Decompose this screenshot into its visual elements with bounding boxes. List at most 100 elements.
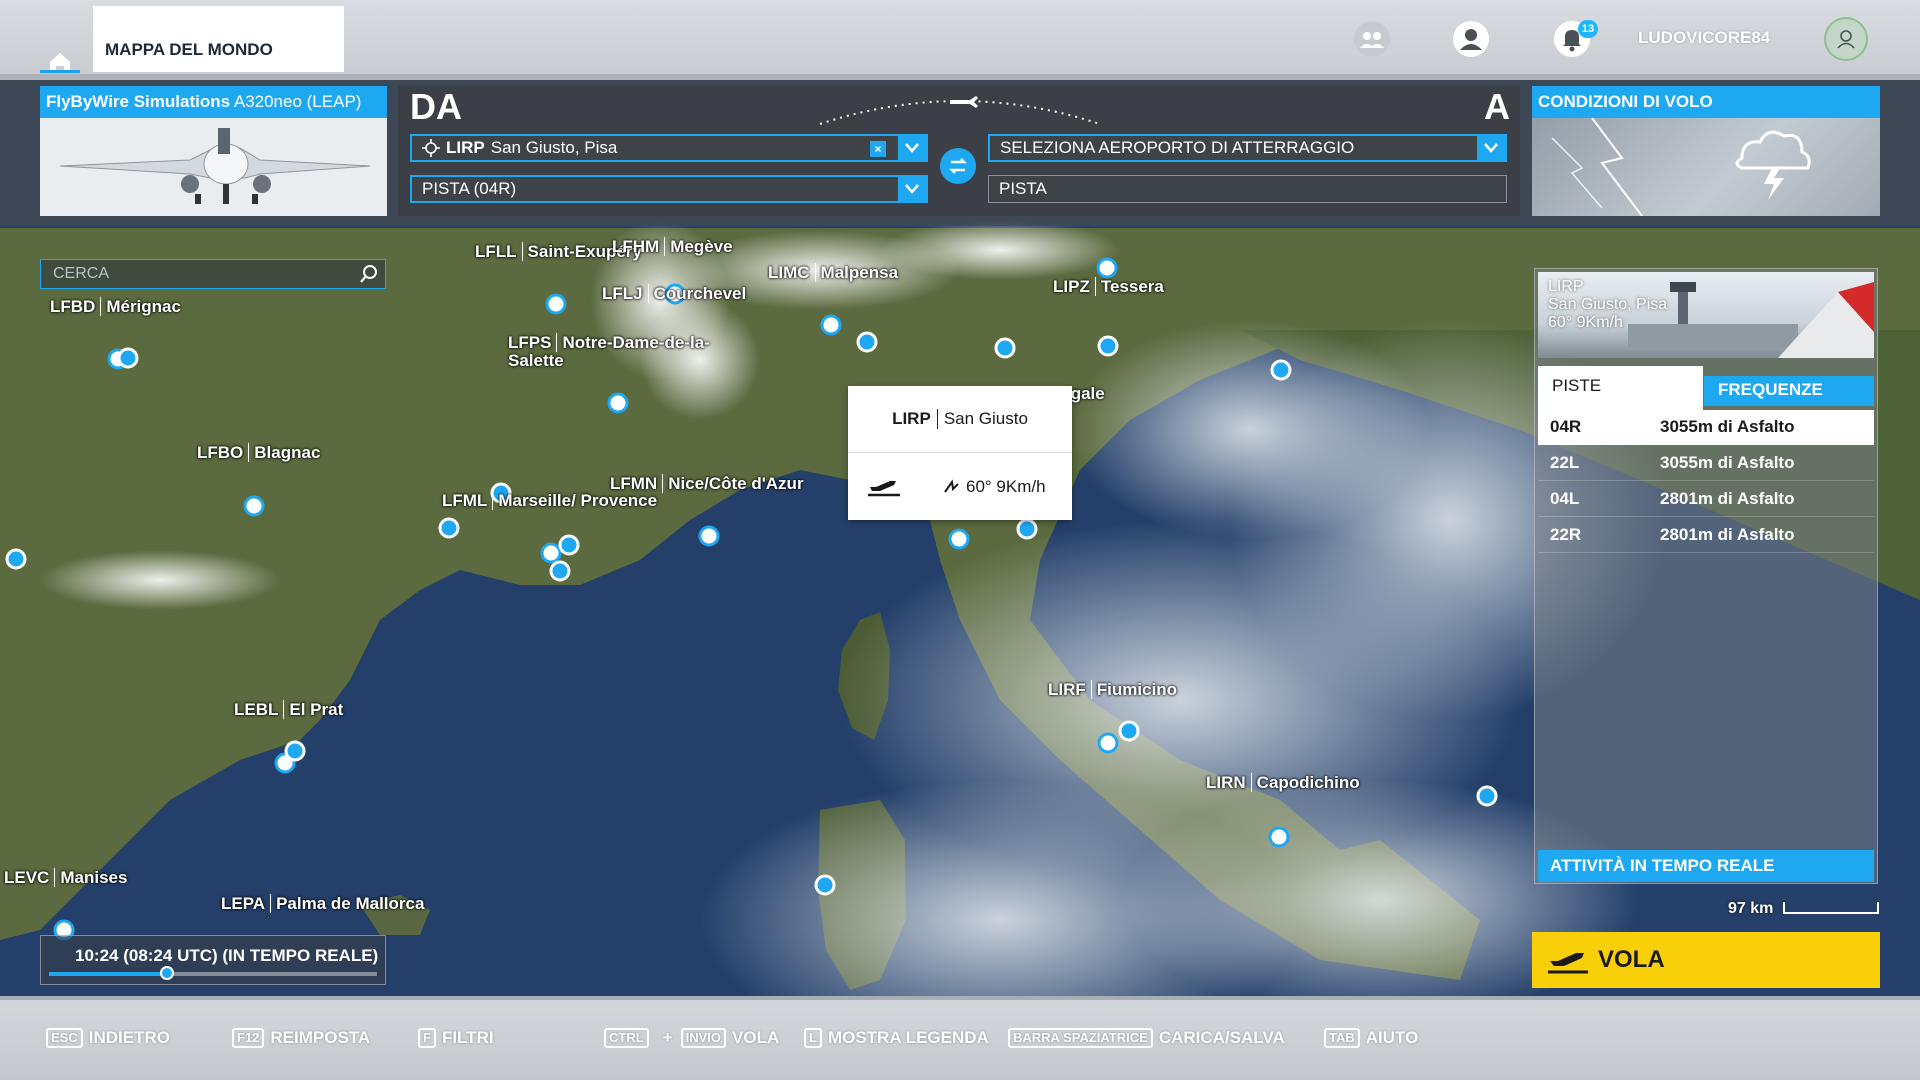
home-active-indicator	[40, 70, 80, 73]
live-activity-button[interactable]: ATTIVITÀ IN TEMPO REALE	[1538, 850, 1874, 882]
airport-name: Fiumicino	[1096, 680, 1178, 699]
map-label-airport[interactable]: LFHM Megève	[612, 237, 733, 256]
arrival-airport-select[interactable]: SELEZIONA AEROPORTO DI ATTERRAGGIO	[988, 134, 1507, 162]
swap-airports-button[interactable]	[940, 148, 976, 184]
time-of-day-control[interactable]: 10:24 (08:24 UTC) (IN TEMPO REALE)	[40, 935, 386, 985]
airport-name: Marseille/ Provence	[498, 491, 658, 510]
runway-id: 22R	[1550, 525, 1582, 544]
map-label-airport[interactable]: LEPA Palma de Mallorca	[221, 894, 424, 913]
tab-world-map[interactable]: MAPPA DEL MONDO	[93, 6, 344, 72]
chevron-down-icon	[1484, 143, 1498, 153]
takeoff-icon[interactable]	[866, 475, 902, 499]
runway-row[interactable]: 22L 3055m di Asfalto	[1538, 446, 1874, 481]
key-cap: INVIO	[680, 1028, 727, 1048]
clear-departure-button[interactable]: ×	[870, 141, 886, 157]
friends-button[interactable]	[1352, 19, 1392, 59]
hint-reset[interactable]: F12 REIMPOSTA	[232, 1028, 370, 1048]
arrival-dropdown-button[interactable]	[1477, 136, 1505, 160]
airport-code: LIMC	[768, 263, 816, 282]
fly-button[interactable]: VOLA	[1532, 932, 1880, 988]
airport-code: LFBO	[197, 443, 250, 462]
flight-conditions-card[interactable]: CONDIZIONI DI VOLO	[1532, 86, 1880, 216]
time-slider-fill	[49, 972, 168, 976]
arrival-runway-value: PISTA	[999, 179, 1047, 198]
aircraft-title: FlyByWire Simulations A320neo (LEAP)	[40, 86, 387, 118]
key-cap: F	[418, 1028, 436, 1048]
airport-code: LEBL	[234, 700, 285, 719]
map-label-airport[interactable]: LFLJ Courchevel	[602, 284, 747, 303]
map-label-airport[interactable]: LFPS Notre-Dame-de-la-Salette	[508, 333, 728, 370]
to-label: A	[1484, 86, 1510, 127]
runway-info: 3055m di Asfalto	[1660, 417, 1795, 436]
hint-back[interactable]: ESC INDIETRO	[46, 1028, 170, 1048]
airport-name: Courchevel	[653, 284, 747, 303]
popup-airport-name: San Giusto	[943, 409, 1028, 428]
runway-id: 22L	[1550, 453, 1580, 472]
key-cap: CTRL	[604, 1028, 649, 1048]
home-icon	[50, 53, 70, 72]
hint-filters[interactable]: F FILTRI	[418, 1028, 494, 1048]
departure-dropdown-button[interactable]	[898, 136, 926, 160]
crosshair-icon	[422, 139, 440, 157]
aircraft-selection-card[interactable]: FlyByWire Simulations A320neo (LEAP)	[40, 86, 387, 216]
airport-name: Manises	[60, 868, 128, 887]
runway-info: 3055m di Asfalto	[1660, 453, 1795, 472]
time-slider-handle[interactable]	[160, 966, 175, 980]
hint-legend[interactable]: L MOSTRA LEGENDA	[804, 1028, 989, 1048]
runway-row[interactable]: 04R 3055m di Asfalto	[1538, 410, 1874, 445]
airport-name: Capodichino	[1256, 773, 1360, 792]
hint-label: FILTRI	[441, 1028, 494, 1047]
avatar[interactable]	[1824, 17, 1868, 61]
hint-label: CARICA/SALVA	[1158, 1028, 1285, 1047]
runway-info: 2801m di Asfalto	[1660, 489, 1795, 508]
user-icon	[1837, 30, 1855, 49]
key-cap: F12	[232, 1028, 265, 1048]
map-label-airport[interactable]: LIRF Fiumicino	[1048, 680, 1178, 699]
tab-runways[interactable]: PISTE	[1538, 366, 1703, 410]
key-plus: +	[662, 1028, 673, 1047]
map-label-airport[interactable]: LEBL El Prat	[234, 700, 343, 719]
arrival-runway-select[interactable]: PISTA	[988, 175, 1507, 203]
search-placeholder: CERCA	[53, 265, 110, 282]
time-slider-track[interactable]	[49, 966, 377, 980]
airport-code: LFBD	[50, 297, 102, 316]
departure-runway-dropdown-button[interactable]	[898, 177, 926, 201]
map-label-airport[interactable]: LIPZ Tessera	[1053, 277, 1164, 296]
aircraft-brand: FlyByWire Simulations	[46, 92, 231, 111]
profile-button[interactable]	[1451, 19, 1491, 59]
popup-footer: 60° 9Km/h	[848, 453, 1072, 520]
map-label-airport[interactable]: LIMC Malpensa	[768, 263, 898, 282]
departure-airport-select[interactable]: LIRP San Giusto, Pisa ×	[410, 134, 928, 162]
popup-header: LIRP San Giusto	[848, 386, 1072, 453]
map-label-airport[interactable]: LEVC Manises	[4, 868, 128, 887]
airport-wind: 60° 9Km/h	[1548, 314, 1623, 331]
hint-help[interactable]: TAB AIUTO	[1324, 1028, 1418, 1048]
airport-name: San Giusto, Pisa	[1548, 296, 1668, 313]
map-label-airport[interactable]: LFML Marseille/ Provence	[442, 491, 658, 510]
runway-row[interactable]: 22R 2801m di Asfalto	[1538, 518, 1874, 553]
map-label-airport[interactable]: LFBD Mérignac	[50, 297, 181, 316]
search-input[interactable]: CERCA	[40, 259, 386, 289]
airport-popup[interactable]: LIRP San Giusto 60° 9Km/h	[848, 386, 1072, 520]
home-button[interactable]	[38, 38, 82, 72]
runway-info: 2801m di Asfalto	[1660, 525, 1795, 544]
takeoff-icon	[1548, 953, 1588, 974]
airport-code: LFPS	[508, 333, 558, 352]
hint-load-save[interactable]: BARRA SPAZIATRICE CARICA/SALVA	[1008, 1028, 1285, 1048]
tab-frequencies[interactable]: FREQUENZE	[1704, 376, 1874, 406]
airport-tabs: PISTE FREQUENZE	[1538, 366, 1874, 410]
map-label-airport[interactable]: LFBO Blagnac	[197, 443, 320, 462]
departure-runway-select[interactable]: PISTA (04R)	[410, 175, 928, 203]
map-label-airport[interactable]: LIRN Capodichino	[1206, 773, 1360, 792]
popup-airport-code: LIRP	[892, 409, 938, 429]
hint-fly[interactable]: CTRL + INVIO VOLA	[604, 1028, 779, 1048]
key-cap: ESC	[46, 1028, 83, 1048]
chevron-down-icon	[905, 184, 919, 194]
airport-photo: LIRP San Giusto, Pisa 60° 9Km/h	[1538, 272, 1874, 358]
search-icon[interactable]	[359, 264, 379, 284]
airplane-image	[40, 118, 387, 216]
airport-name: Tessera	[1100, 277, 1164, 296]
runway-id: 04L	[1550, 489, 1580, 508]
airport-code: LFHM	[612, 237, 666, 256]
runway-row[interactable]: 04L 2801m di Asfalto	[1538, 482, 1874, 517]
